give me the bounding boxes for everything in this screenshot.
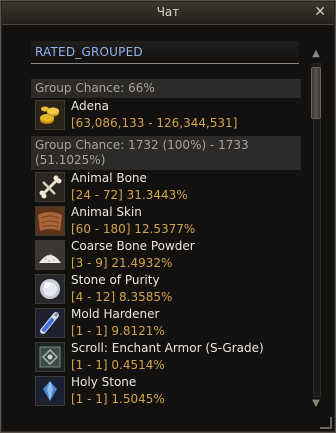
item-drop-info: [24 - 72] 31.3443%: [71, 188, 188, 202]
item-name: Animal Bone: [71, 171, 147, 185]
chat-window: Чат ✕ RATED_GROUPED Group Chance: 66% Ad…: [0, 0, 336, 433]
window-title: Чат: [156, 5, 180, 19]
list-item[interactable]: Scroll: Enchant Armor (S-Grade) [1 - 1] …: [31, 340, 301, 374]
group-header: Group Chance: 66%: [31, 79, 301, 98]
item-drop-info: [4 - 12] 8.3585%: [71, 290, 173, 304]
item-drop-info: [1 - 1] 9.8121%: [71, 324, 165, 338]
tab-label: RATED_GROUPED: [35, 45, 143, 59]
title-bar[interactable]: Чат ✕: [2, 2, 334, 25]
skin-icon: [35, 206, 65, 236]
resize-grip-icon[interactable]: [320, 417, 332, 429]
item-drop-info: [1 - 1] 1.5045%: [71, 392, 165, 406]
scroll-down-icon[interactable]: ▼: [309, 397, 323, 411]
scrollbar[interactable]: ▲ ▼: [309, 47, 323, 411]
scroll-icon: [35, 342, 65, 372]
item-drop-info: [63,086,133 - 126,344,531]: [71, 116, 238, 130]
tab-rated-grouped[interactable]: RATED_GROUPED: [31, 41, 299, 64]
list-item[interactable]: Coarse Bone Powder [3 - 9] 21.4932%: [31, 238, 301, 272]
list-item[interactable]: Holy Stone [1 - 1] 1.5045%: [31, 374, 301, 408]
item-name: Mold Hardener: [71, 307, 160, 321]
bone-icon: [35, 172, 65, 202]
adena-coins-icon: [35, 100, 65, 130]
item-name: Stone of Purity: [71, 273, 160, 287]
item-drop-info: [60 - 180] 12.5377%: [71, 222, 196, 236]
list-item[interactable]: Animal Bone [24 - 72] 31.3443%: [31, 170, 301, 204]
drop-list: Group Chance: 66% Adena [63,086,133 - 12…: [31, 79, 301, 409]
item-name: Adena: [71, 99, 109, 113]
item-name: Coarse Bone Powder: [71, 239, 195, 253]
list-item[interactable]: Animal Skin [60 - 180] 12.5377%: [31, 204, 301, 238]
item-drop-info: [3 - 9] 21.4932%: [71, 256, 173, 270]
list-item[interactable]: Adena [63,086,133 - 126,344,531]: [31, 98, 301, 132]
bone-powder-icon: [35, 240, 65, 270]
scroll-thumb[interactable]: [311, 67, 321, 119]
item-name: Animal Skin: [71, 205, 142, 219]
holy-stone-icon: [35, 376, 65, 406]
item-name: Holy Stone: [71, 375, 137, 389]
stone-of-purity-icon: [35, 274, 65, 304]
list-item[interactable]: Mold Hardener [1 - 1] 9.8121%: [31, 306, 301, 340]
item-name: Scroll: Enchant Armor (S-Grade): [71, 341, 264, 355]
mold-hardener-icon: [35, 308, 65, 338]
group-header: Group Chance: 1732 (100%) - 1733 (51.102…: [31, 136, 301, 170]
scroll-up-icon[interactable]: ▲: [309, 47, 323, 61]
close-icon[interactable]: ✕: [314, 4, 326, 20]
list-item[interactable]: Stone of Purity [4 - 12] 8.3585%: [31, 272, 301, 306]
item-drop-info: [1 - 1] 0.4514%: [71, 358, 165, 372]
